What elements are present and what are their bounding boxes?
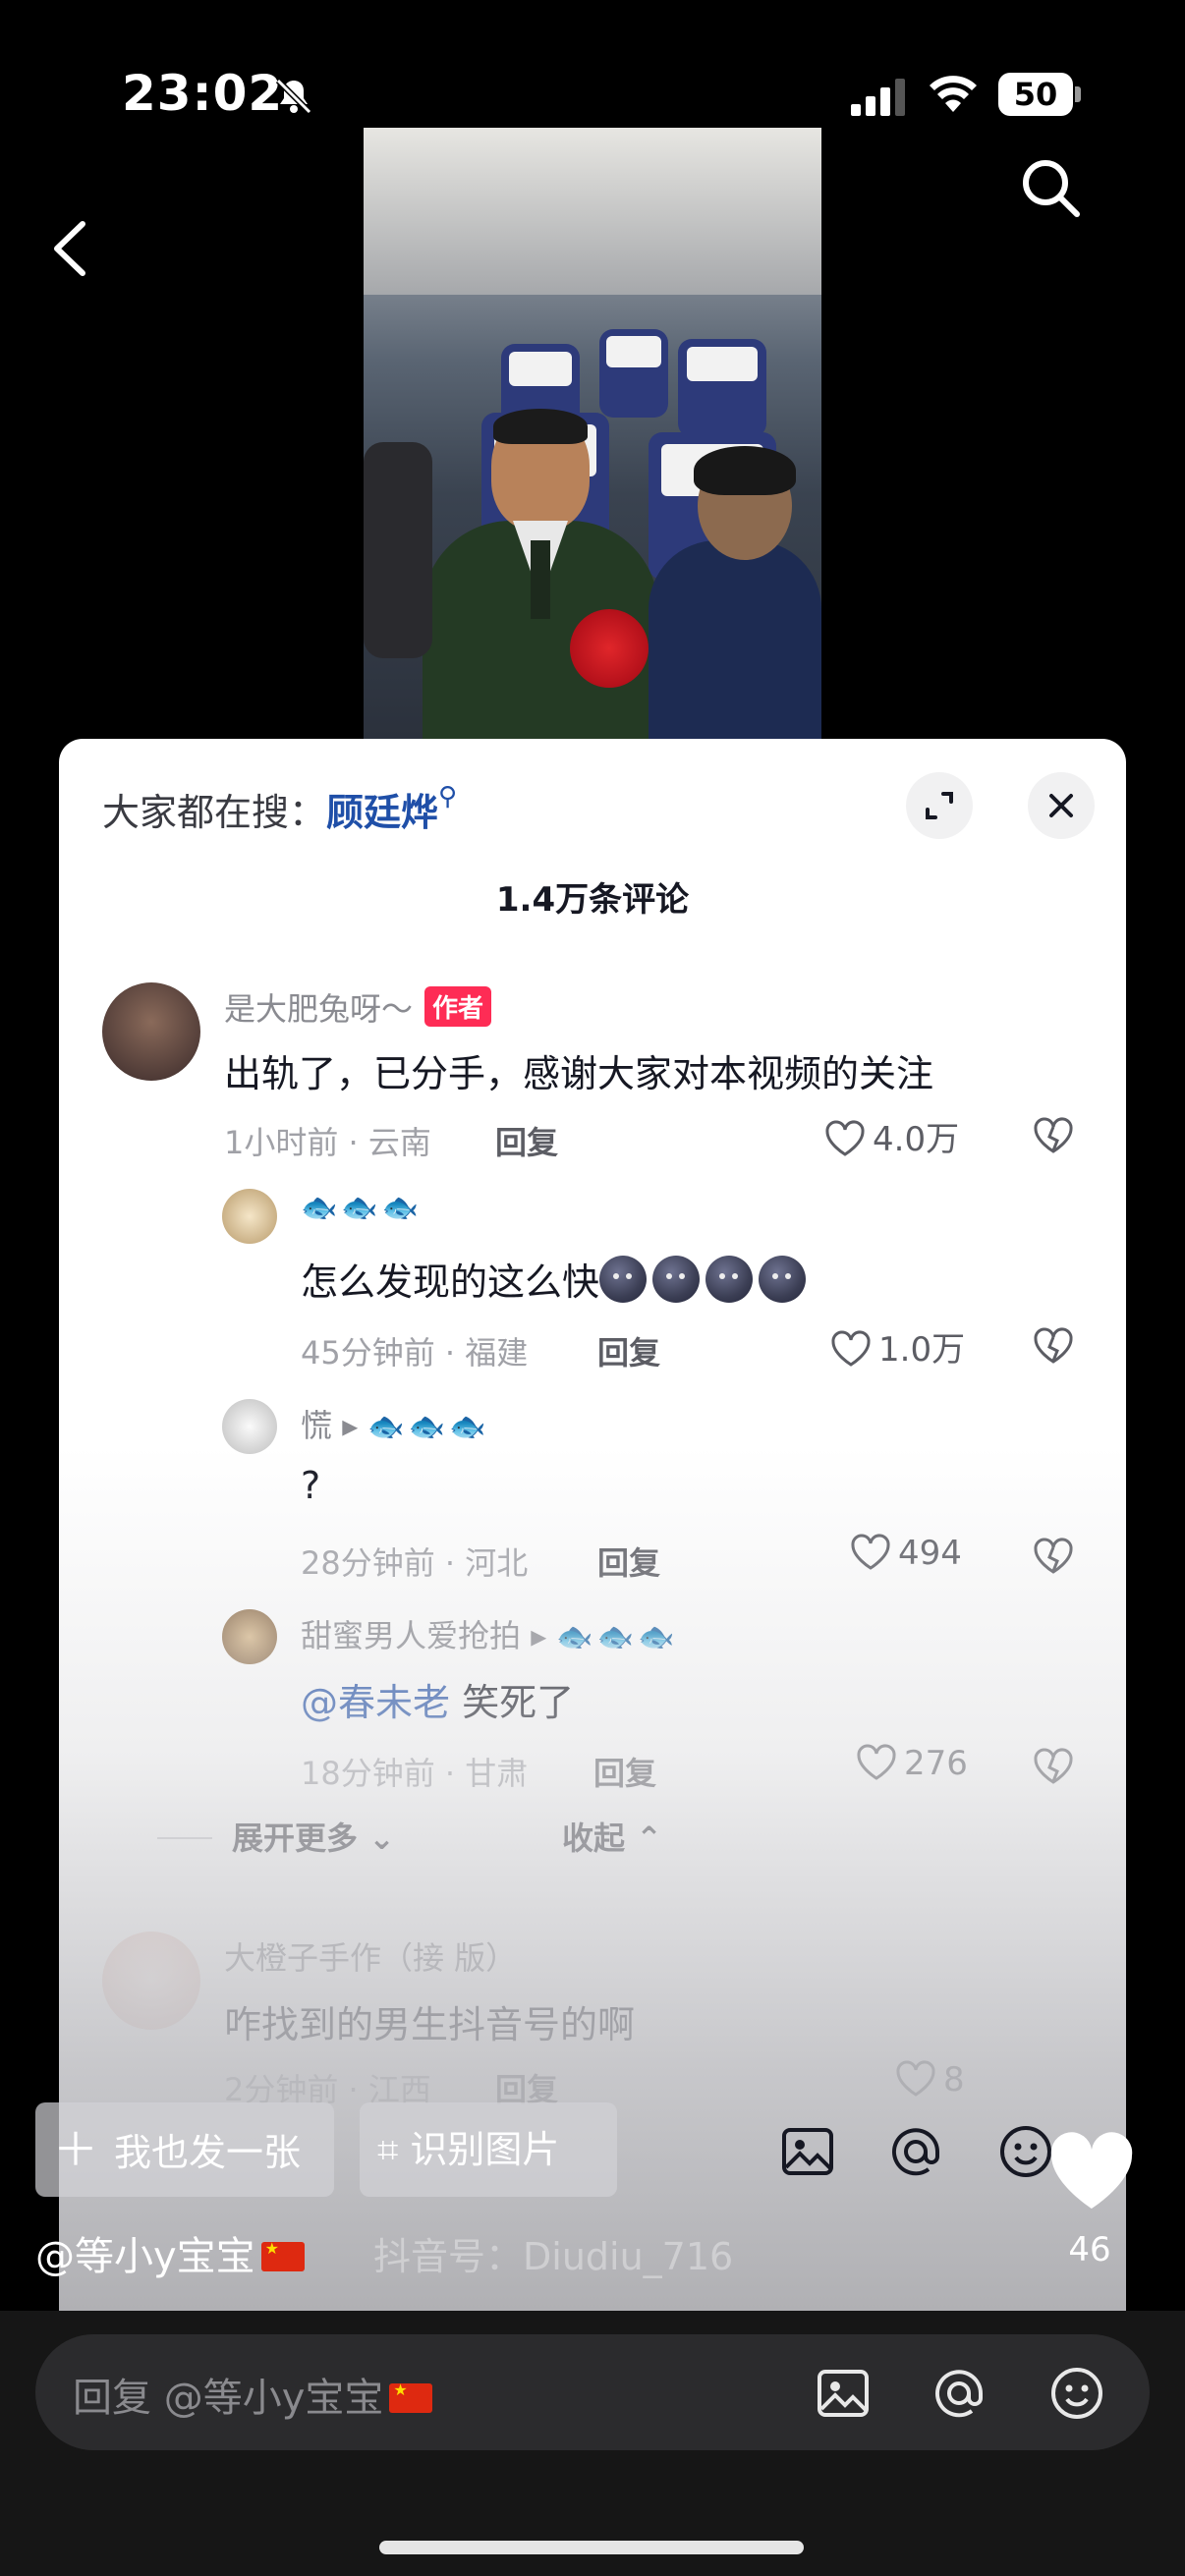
at-mention-icon[interactable] (884, 2120, 947, 2183)
home-indicator[interactable] (379, 2541, 804, 2554)
reply-button[interactable]: 回复 (597, 1328, 660, 1373)
expand-icon (926, 792, 953, 819)
emoji-icon (705, 1256, 754, 1303)
comment-text: @春未老 笑死了 (301, 1681, 575, 1724)
heart-outline-icon (851, 1534, 890, 1570)
heart-outline-icon (896, 2060, 935, 2097)
heart-outline-icon (857, 1744, 896, 1780)
emoji-icon (652, 1256, 701, 1303)
like-button[interactable]: 8 (894, 2059, 965, 2102)
comment-username[interactable]: 慌 ▸ 🐟🐟🐟 (301, 1401, 489, 1446)
avatar[interactable] (222, 1399, 277, 1454)
comment-meta: 1小时前 · 云南 (224, 1124, 431, 1161)
like-count: 1.0万 (878, 1330, 966, 1370)
comment-meta: 28分钟前 · 河北 (301, 1544, 529, 1582)
video-like-count: 46 (1068, 2230, 1111, 2269)
china-flag-icon (389, 2380, 433, 2413)
like-button[interactable]: 4.0万 (823, 1112, 959, 1159)
dislike-icon[interactable] (1032, 1745, 1075, 1788)
status-time: 23:02 (122, 65, 284, 122)
avatar[interactable] (222, 1609, 277, 1664)
reply-bar: 回复 @等小y宝宝 (0, 2311, 1185, 2576)
comment-text: ? (301, 1464, 321, 1507)
back-icon[interactable] (43, 214, 102, 283)
dislike-icon[interactable] (1032, 1535, 1075, 1578)
battery-indicator: 50 (998, 73, 1081, 116)
like-button[interactable]: 494 (849, 1533, 962, 1576)
dislike-icon[interactable] (1032, 1114, 1075, 1157)
like-count: 8 (943, 2060, 965, 2100)
comment-username[interactable]: 是大肥兔呀～ 作者 (224, 984, 492, 1030)
watermark: 抖音号：Diudiu_716 (373, 2235, 734, 2278)
like-button[interactable]: 276 (855, 1743, 968, 1786)
author-handle[interactable]: @等小y宝宝 (35, 2224, 305, 2281)
avatar[interactable] (222, 1189, 277, 1244)
emoji-icon[interactable] (1045, 2362, 1108, 2425)
reply-button[interactable]: 回复 (597, 1539, 660, 1584)
search-icon[interactable] (1016, 153, 1085, 222)
comment-meta: 45分钟前 · 福建 (301, 1334, 529, 1372)
heart-outline-icon (825, 1120, 865, 1156)
comments-panel: 大家都在搜：顾廷烨⚲ 1.4万条评论 是大肥兔呀～ 作者 出轨了，已分手，感谢大家… (59, 739, 1126, 2311)
heart-outline-icon (831, 1330, 871, 1367)
mention-link[interactable]: @春未老 (301, 1681, 450, 1724)
expand-more-button[interactable]: 展开更多 ⌄ (157, 1814, 395, 1859)
hot-search-term[interactable]: 顾廷烨 (326, 791, 438, 834)
reply-input[interactable]: 回复 @等小y宝宝 (35, 2334, 1150, 2450)
avatar[interactable] (102, 1932, 200, 2030)
comment-username[interactable]: 大橙子手作（接 版） (224, 1933, 517, 1979)
comment-meta: 18分钟前 · 甘肃 (301, 1755, 529, 1792)
avatar[interactable] (102, 982, 200, 1081)
wifi-icon (930, 76, 977, 112)
close-panel-button[interactable] (1028, 772, 1095, 839)
at-mention-icon[interactable] (928, 2362, 990, 2425)
comment-username[interactable]: 甜蜜男人爱抢拍 ▸ 🐟🐟🐟 (301, 1611, 678, 1656)
collapse-button[interactable]: 收起 ⌃ (562, 1814, 662, 1859)
comment-text: 怎么发现的这么快 (301, 1252, 812, 1306)
hot-search-prefix: 大家都在搜： (102, 791, 327, 834)
bell-muted-icon (275, 78, 312, 115)
image-toolbar: ＋我也发一张 ⌗ 识别图片 (0, 2102, 1185, 2211)
battery-level: 50 (998, 73, 1073, 116)
author-badge: 作者 (424, 986, 492, 1027)
video-player[interactable] (364, 128, 821, 739)
comment-text: 咋找到的男生抖音号的啊 (224, 2003, 636, 2046)
reply-button[interactable]: 回复 (495, 1118, 558, 1163)
like-count: 4.0万 (873, 1120, 960, 1159)
like-count: 276 (904, 1744, 968, 1783)
cellular-signal-icon (851, 79, 905, 116)
identify-image-button[interactable]: ⌗ 识别图片 (360, 2102, 617, 2197)
like-button[interactable]: 1.0万 (829, 1322, 965, 1370)
comment-text: 出轨了，已分手，感谢大家对本视频的关注 (224, 1052, 934, 1095)
emoji-icon (599, 1256, 648, 1303)
close-icon (1049, 794, 1073, 817)
hot-search-bar[interactable]: 大家都在搜：顾廷烨⚲ (102, 782, 457, 836)
search-icon: ⚲ (438, 782, 458, 812)
comment-username[interactable]: 🐟🐟🐟 (301, 1191, 423, 1225)
dislike-icon[interactable] (1032, 1324, 1075, 1368)
emoji-icon (759, 1256, 807, 1303)
comment-count: 1.4万条评论 (495, 880, 690, 920)
like-count: 494 (898, 1534, 962, 1573)
scan-icon: ⌗ (377, 2128, 399, 2171)
post-image-button[interactable]: ＋我也发一张 (35, 2102, 334, 2197)
reply-button[interactable]: 回复 (593, 1749, 656, 1794)
image-icon[interactable] (812, 2362, 875, 2425)
expand-panel-button[interactable] (906, 772, 973, 839)
like-heart-icon[interactable] (1047, 2130, 1136, 2212)
reply-placeholder: 回复 @等小y宝宝 (73, 2366, 433, 2423)
china-flag-icon (260, 2239, 305, 2271)
image-icon[interactable] (776, 2120, 839, 2183)
